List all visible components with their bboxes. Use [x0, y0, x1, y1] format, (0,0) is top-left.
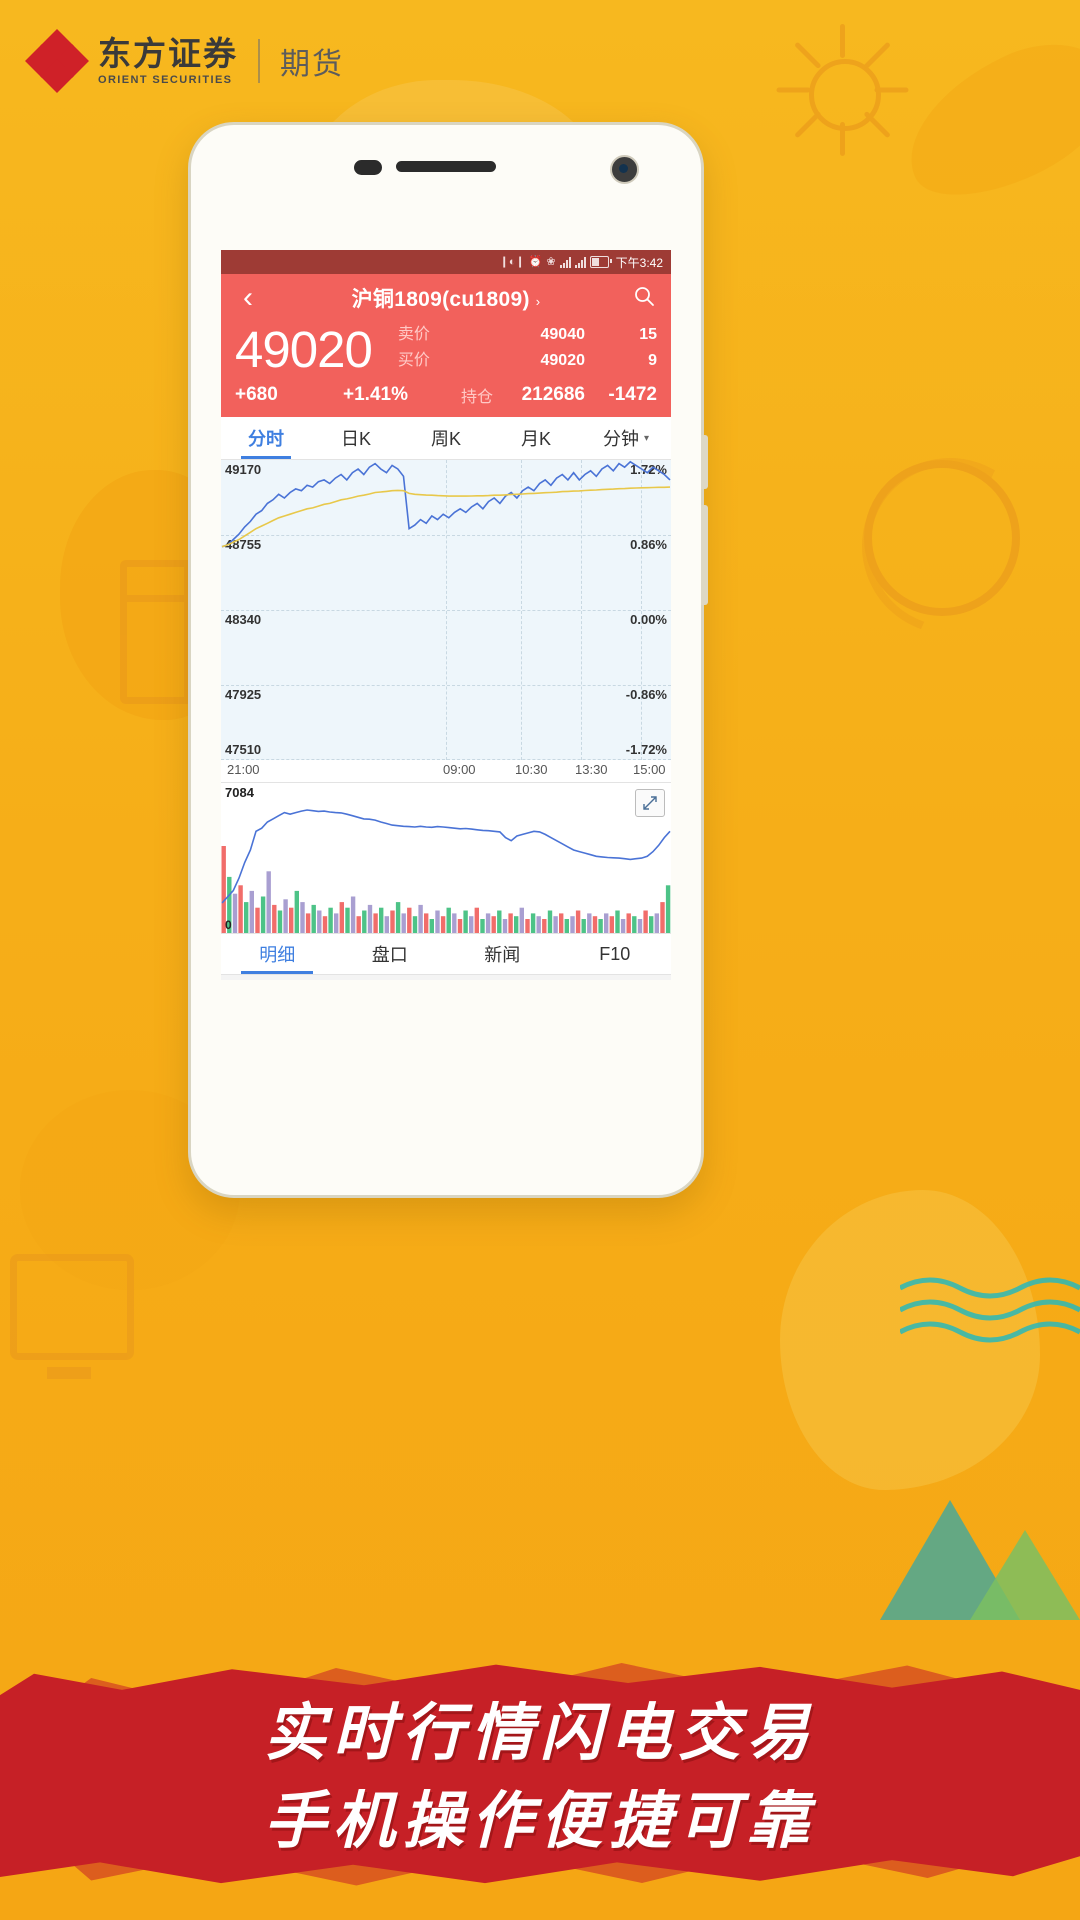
- brand-name-en: ORIENT SECURITIES: [98, 73, 233, 86]
- brand-product-label: 期货: [280, 48, 344, 81]
- alarm-icon: ⏰: [528, 255, 543, 268]
- wave-decor-icon: [900, 1277, 1080, 1343]
- time-tick-3: 13:30: [575, 762, 608, 777]
- bid-price: 49020: [540, 351, 586, 369]
- brand-logo: 东方证券 ORIENT SECURITIES 期货: [25, 29, 344, 93]
- earpiece-speaker: [396, 161, 496, 172]
- price-change-percent: +1.41%: [343, 384, 408, 405]
- tab-label: 月K: [520, 429, 551, 449]
- tab-label: 分钟: [602, 429, 639, 449]
- orient-securities-logo-icon: [25, 29, 89, 93]
- price-change: +680: [235, 384, 278, 405]
- volume-max-label: 7084: [225, 785, 254, 800]
- phone-top-bezel: [191, 125, 701, 203]
- volume-bar-series: [221, 809, 671, 933]
- phone-screen: ❙◐❙ ⏰ ❀ 下午3:42 ‹ 沪铜1809(cu1809) › 49020 …: [221, 250, 671, 980]
- power-button[interactable]: [701, 505, 708, 605]
- signal2-icon: [574, 256, 586, 268]
- time-axis: 21:00 09:00 10:30 13:30 15:00: [221, 760, 671, 783]
- brand-name-cn: 东方证券: [98, 34, 238, 72]
- ask-price: 49040: [540, 326, 586, 343]
- tab-fenshi[interactable]: 分时: [221, 417, 311, 459]
- tab-label: 明细: [259, 945, 296, 965]
- tab-label: 新闻: [484, 945, 521, 965]
- tab-f10[interactable]: F10: [559, 934, 672, 974]
- volume-button[interactable]: [701, 435, 708, 489]
- price-chart[interactable]: 49170 48755 48340 47925 47510 1.72% 0.86…: [221, 460, 671, 760]
- page-title[interactable]: 沪铜1809(cu1809) ›: [275, 283, 617, 313]
- open-interest-value: 212686: [521, 384, 585, 405]
- ask-label: 卖价: [397, 326, 430, 343]
- tab-label: 日K: [340, 429, 371, 449]
- sun-icon: [770, 20, 910, 160]
- last-price: 49020: [235, 321, 373, 378]
- chevron-down-icon: ▾: [643, 432, 650, 444]
- expand-chart-button[interactable]: [635, 789, 665, 817]
- back-button[interactable]: ‹: [221, 283, 275, 313]
- tab-daily-k[interactable]: 日K: [311, 417, 401, 459]
- open-interest-change: -1472: [608, 384, 657, 405]
- promo-banner: 实时行情闪电交易 手机操作便捷可靠: [0, 1630, 1080, 1920]
- bid-row: 买价 49020 9: [398, 348, 657, 374]
- clock-ring-icon: [864, 460, 1020, 616]
- volume-min-label: 0: [225, 918, 232, 932]
- decor-swoosh: [884, 19, 1080, 221]
- search-icon: [635, 286, 654, 306]
- time-tick-2: 10:30: [515, 762, 548, 777]
- battery-icon: [589, 256, 612, 268]
- instrument-name: 沪铜1809(cu1809): [351, 288, 530, 311]
- phone-mockup: ❙◐❙ ⏰ ❀ 下午3:42 ‹ 沪铜1809(cu1809) › 49020 …: [188, 122, 708, 1198]
- detail-tab-bar: 明细 盘口 新闻 F10: [221, 934, 671, 975]
- tab-news[interactable]: 新闻: [446, 934, 559, 974]
- status-time: 下午3:42: [615, 255, 663, 270]
- tab-label: F10: [599, 943, 631, 964]
- bid-volume: 9: [648, 351, 657, 369]
- quote-body: 49020 卖价 49040 15 买价 49020 9: [221, 322, 671, 379]
- chevron-right-icon: ›: [535, 294, 541, 309]
- quote-footer: +680 +1.41% 持仓 212686 -1472: [221, 379, 671, 417]
- expand-chart-icon: [643, 796, 657, 810]
- quote-header: ‹ 沪铜1809(cu1809) › 49020 卖价 49040 15 买价 …: [221, 274, 671, 417]
- bid-ask-block: 卖价 49040 15 买价 49020 9: [372, 322, 657, 374]
- bid-label: 买价: [397, 351, 430, 369]
- banner-headline-2: 手机操作便捷可靠: [263, 1788, 816, 1856]
- proximity-sensor-icon: [354, 160, 382, 175]
- volume-chart[interactable]: 7084 0: [221, 783, 671, 934]
- tab-orderbook[interactable]: 盘口: [334, 934, 447, 974]
- tab-weekly-k[interactable]: 周K: [401, 417, 491, 459]
- bluetooth-icon: ❀: [546, 255, 556, 268]
- monitor-icon: [10, 1254, 134, 1379]
- tab-minutes[interactable]: 分钟 ▾: [581, 417, 671, 459]
- front-camera-icon: [610, 155, 639, 184]
- banner-headline-1: 实时行情闪电交易: [263, 1700, 816, 1768]
- ask-volume: 15: [639, 326, 657, 343]
- time-tick-1: 09:00: [443, 762, 476, 777]
- time-tick-4: 15:00: [633, 762, 666, 777]
- logo-divider: [258, 39, 260, 83]
- signal-icon: [559, 256, 571, 268]
- tab-detail[interactable]: 明细: [221, 934, 334, 974]
- price-line-series: [221, 460, 671, 548]
- ask-row: 卖价 49040 15: [398, 322, 657, 348]
- quote-navbar: ‹ 沪铜1809(cu1809) ›: [221, 274, 671, 322]
- tab-label: 盘口: [371, 945, 408, 965]
- mountain-decor-2: [970, 1530, 1080, 1620]
- swipe-hint: 上滑显示更多: [221, 975, 671, 980]
- tab-label: 周K: [430, 429, 461, 449]
- chart-tab-bar: 分时 日K 周K 月K 分钟 ▾: [221, 417, 671, 460]
- brand-name-block: 东方证券 ORIENT SECURITIES: [98, 37, 238, 86]
- android-status-bar: ❙◐❙ ⏰ ❀ 下午3:42: [221, 250, 671, 274]
- tab-label: 分时: [248, 429, 284, 449]
- tab-monthly-k[interactable]: 月K: [491, 417, 581, 459]
- open-interest-label: 持仓: [461, 389, 494, 406]
- vibrate-icon: ❙◐❙: [499, 255, 525, 268]
- search-button[interactable]: [617, 284, 671, 313]
- time-tick-0: 21:00: [227, 762, 260, 777]
